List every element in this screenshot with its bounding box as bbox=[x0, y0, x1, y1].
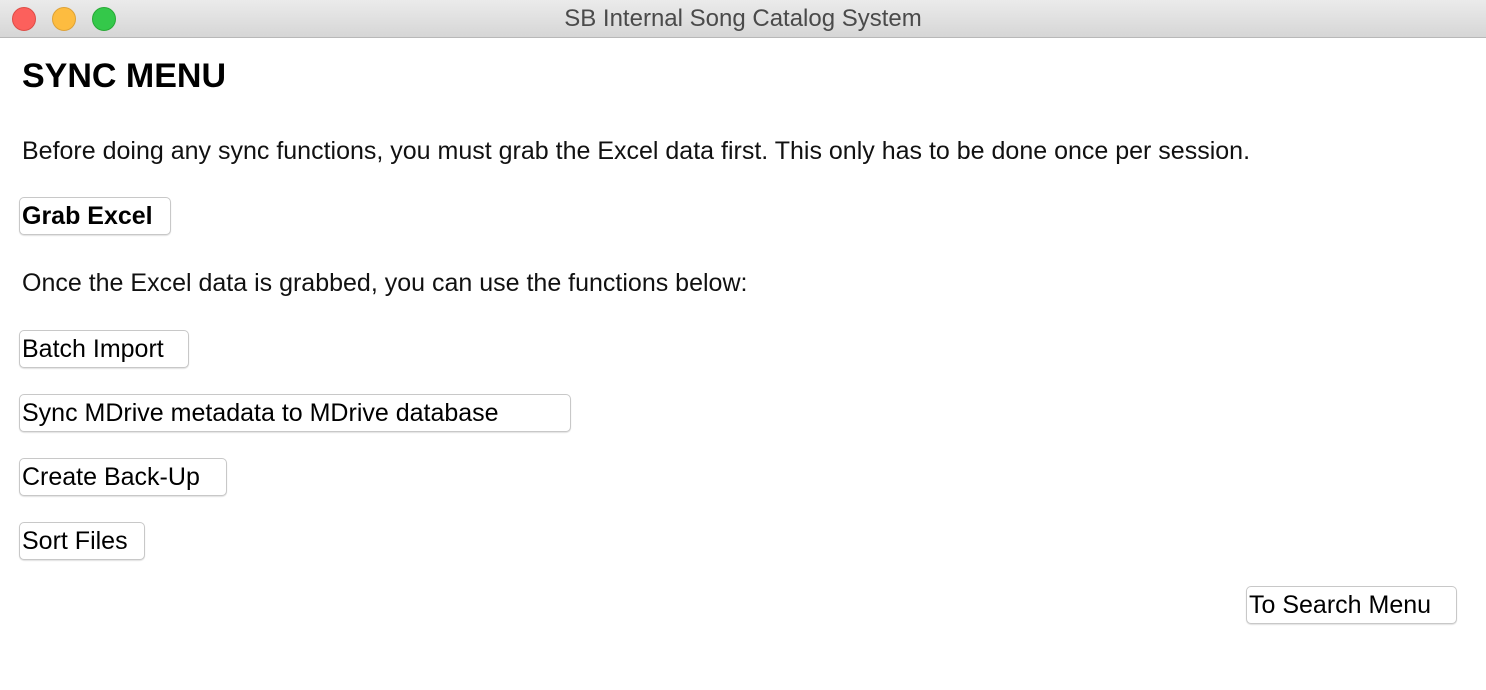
grab-excel-button[interactable]: Grab Excel bbox=[19, 197, 171, 235]
page-title: SYNC MENU bbox=[22, 57, 227, 95]
create-backup-button[interactable]: Create Back-Up bbox=[19, 458, 227, 496]
instruction-text: Before doing any sync functions, you mus… bbox=[22, 137, 1251, 165]
sort-files-button[interactable]: Sort Files bbox=[19, 522, 145, 560]
app-window: SB Internal Song Catalog System SYNC MEN… bbox=[0, 0, 1486, 690]
sync-mdrive-metadata-button[interactable]: Sync MDrive metadata to MDrive database bbox=[19, 394, 571, 432]
to-search-menu-button[interactable]: To Search Menu bbox=[1246, 586, 1457, 624]
window-title: SB Internal Song Catalog System bbox=[564, 5, 922, 32]
sync-menu-panel: SYNC MENU Before doing any sync function… bbox=[0, 39, 1486, 690]
title-bar[interactable]: SB Internal Song Catalog System bbox=[0, 0, 1486, 38]
functions-intro-text: Once the Excel data is grabbed, you can … bbox=[22, 269, 748, 297]
batch-import-button[interactable]: Batch Import bbox=[19, 330, 189, 368]
